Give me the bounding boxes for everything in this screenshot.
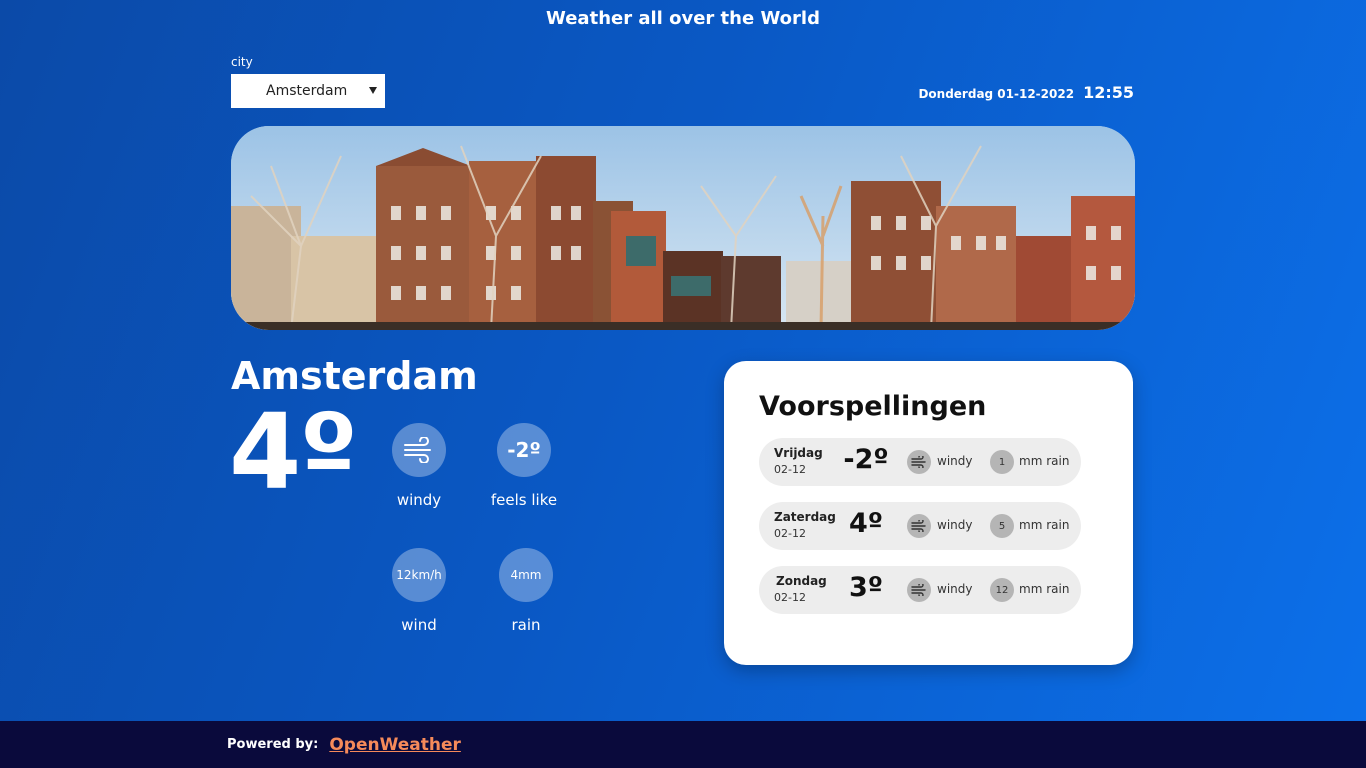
city-banner-image — [231, 126, 1135, 330]
stat-feels-like-value: -2º — [507, 438, 541, 462]
forecast-date: 02-12 — [774, 527, 806, 540]
current-date: Donderdag 01-12-2022 — [918, 87, 1075, 101]
stat-feels-like: -2º feels like — [469, 423, 579, 509]
city-select[interactable]: Amsterdam — [231, 74, 385, 108]
stat-windy-label: windy — [396, 491, 442, 509]
forecast-wind-label: windy — [937, 582, 973, 596]
forecast-rain-value: 12 — [990, 578, 1014, 602]
stat-rain-bubble: 4mm — [499, 548, 553, 602]
wind-icon — [404, 437, 431, 463]
forecast-rain-value: 1 — [990, 450, 1014, 474]
stat-windy-bubble — [392, 423, 446, 477]
forecast-card: Voorspellingen Vrijdag 02-12 -2º windy 1… — [724, 361, 1133, 665]
forecast-rain-label: mm rain — [1019, 518, 1070, 532]
current-time: 12:55 — [1083, 83, 1134, 102]
stat-wind: 12km/h wind — [364, 548, 474, 634]
stat-wind-label: wind — [401, 616, 437, 634]
stat-wind-value: 12km/h — [396, 568, 442, 582]
forecast-temp: -2º — [843, 444, 889, 475]
chevron-down-icon — [369, 87, 377, 94]
stat-wind-bubble: 12km/h — [392, 548, 446, 602]
forecast-title: Voorspellingen — [759, 391, 987, 422]
current-temperature: 4º — [229, 391, 358, 513]
forecast-temp: 4º — [848, 508, 883, 539]
footer: Powered by: OpenWeather — [0, 721, 1366, 768]
forecast-temp: 3º — [848, 572, 883, 603]
wind-icon — [907, 450, 931, 474]
forecast-date: 02-12 — [774, 591, 806, 604]
stat-rain-value: 4mm — [510, 568, 542, 582]
forecast-row: Zondag 02-12 3º windy 12 mm rain — [759, 566, 1081, 614]
forecast-date: 02-12 — [774, 463, 806, 476]
wind-icon — [907, 514, 931, 538]
forecast-day: Vrijdag — [774, 446, 823, 460]
city-select-value: Amsterdam — [266, 83, 348, 99]
forecast-row: Vrijdag 02-12 -2º windy 1 mm rain — [759, 438, 1081, 486]
stat-feels-like-bubble: -2º — [497, 423, 551, 477]
forecast-rain-value: 5 — [990, 514, 1014, 538]
stat-feels-like-label: feels like — [490, 491, 558, 509]
forecast-rain-label: mm rain — [1019, 582, 1070, 596]
stat-rain: 4mm rain — [471, 548, 581, 634]
stat-windy: windy — [364, 423, 474, 509]
powered-by-label: Powered by: — [227, 737, 319, 752]
forecast-rain-label: mm rain — [1019, 454, 1070, 468]
forecast-row: Zaterdag 02-12 4º windy 5 mm rain — [759, 502, 1081, 550]
openweather-link[interactable]: OpenWeather — [329, 735, 461, 755]
datetime: Donderdag 01-12-2022 12:55 — [918, 83, 1134, 102]
city-label: city — [231, 55, 253, 69]
forecast-wind-label: windy — [937, 518, 973, 532]
page-title: Weather all over the World — [546, 8, 820, 29]
forecast-day: Zondag — [776, 574, 827, 588]
stat-rain-label: rain — [511, 616, 541, 634]
forecast-day: Zaterdag — [774, 510, 836, 524]
wind-icon — [907, 578, 931, 602]
forecast-wind-label: windy — [937, 454, 973, 468]
